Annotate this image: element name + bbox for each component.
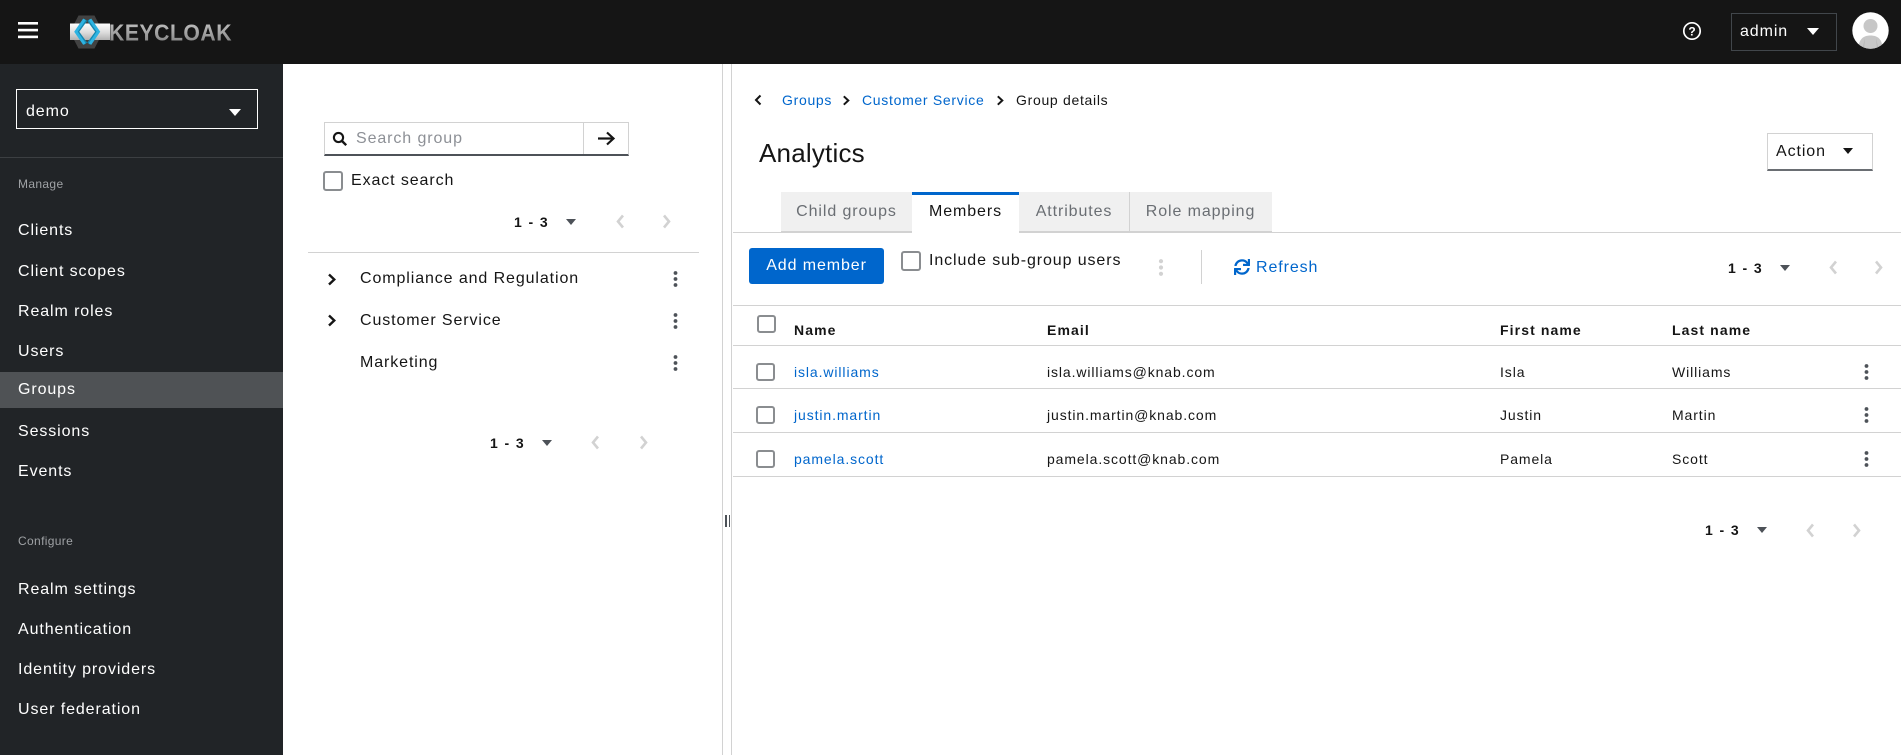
- svg-text:?: ?: [1688, 24, 1695, 38]
- svg-text:KEYCLOAK: KEYCLOAK: [109, 20, 232, 46]
